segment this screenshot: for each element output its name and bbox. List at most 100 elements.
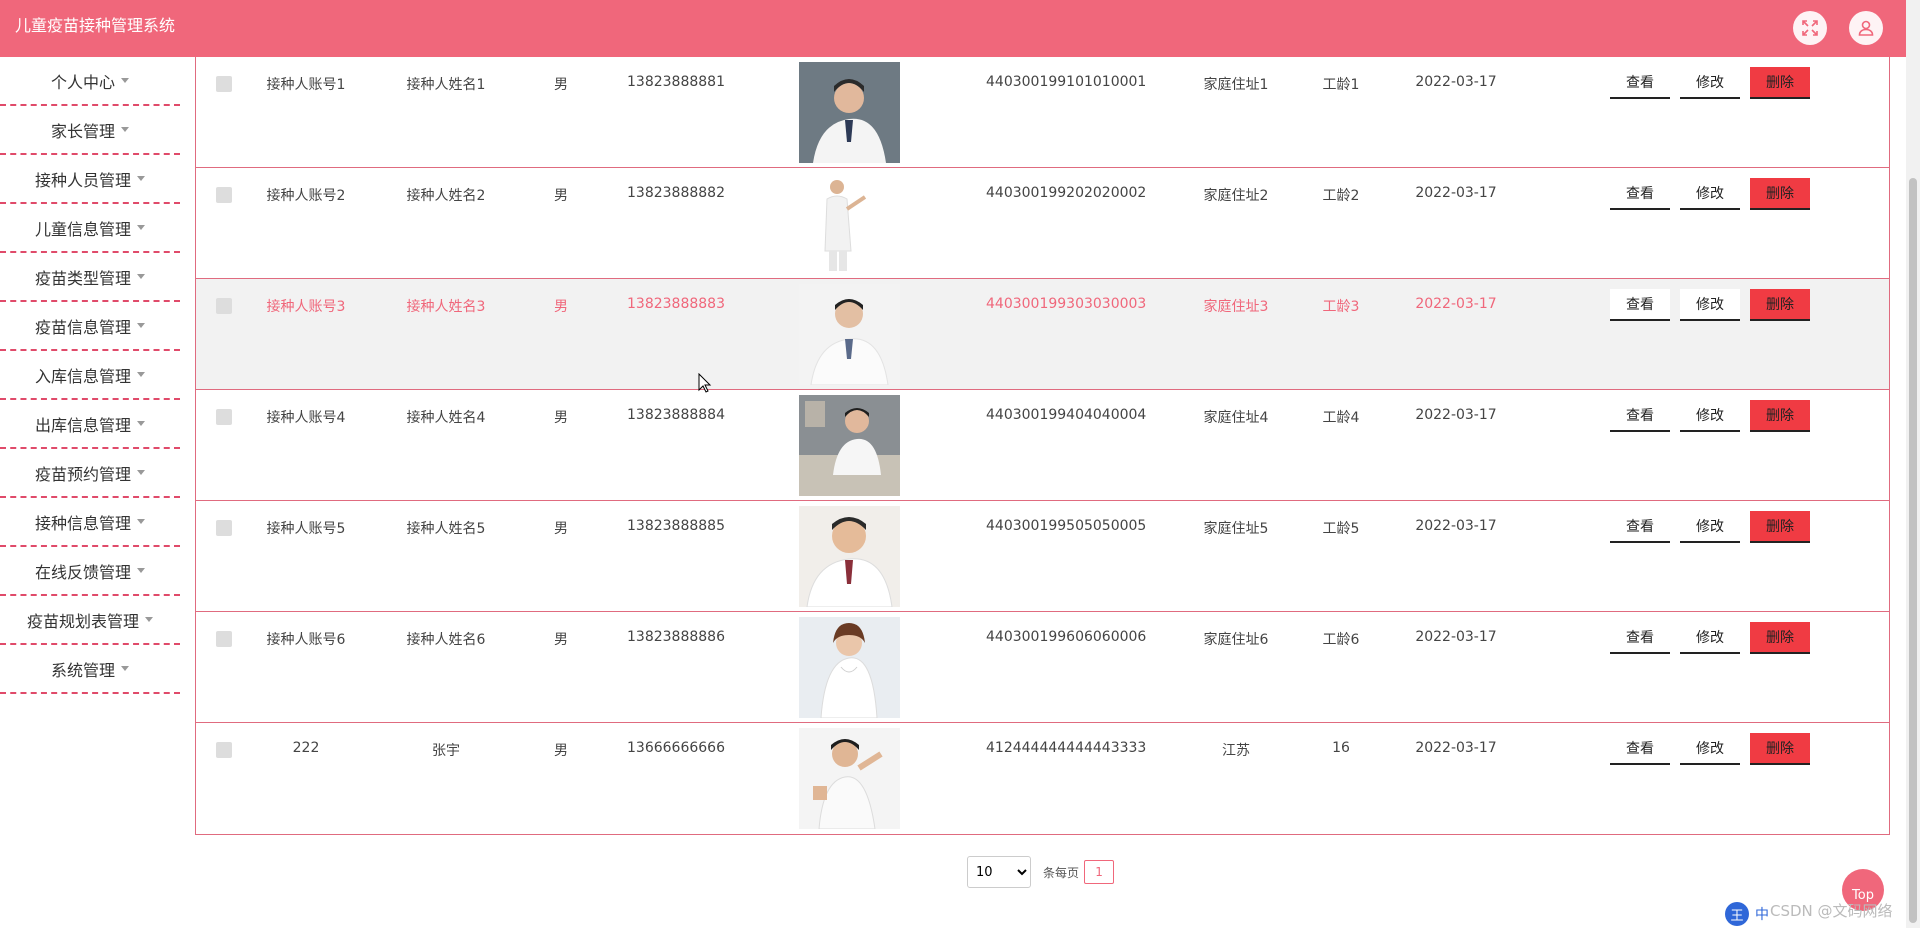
vertical-scrollbar[interactable]	[1906, 0, 1920, 928]
avatar-photo	[799, 284, 900, 385]
date-cell: 2022-03-17	[1415, 74, 1497, 90]
id-number-cell: 440300199505050005	[986, 518, 1147, 534]
caret-down-icon	[137, 274, 145, 279]
sidebar-item-stock-in-management[interactable]: 入库信息管理	[0, 351, 180, 400]
view-button[interactable]: 查看	[1610, 67, 1670, 99]
page-size-select[interactable]: 10	[967, 856, 1031, 888]
date-cell: 2022-03-17	[1415, 185, 1497, 201]
avatar-photo	[799, 728, 900, 829]
seniority-cell: 工龄2	[1322, 188, 1360, 204]
row-checkbox[interactable]	[216, 409, 232, 425]
ime-mode-icon[interactable]: 中	[1755, 904, 1769, 924]
seniority-cell: 工龄5	[1322, 521, 1360, 537]
watermark: CSDN @文码网络	[1770, 902, 1893, 920]
edit-button[interactable]: 修改	[1680, 178, 1740, 210]
id-number-cell: 440300199202020002	[986, 185, 1147, 201]
id-number-cell: 440300199303030003	[986, 296, 1147, 312]
edit-button[interactable]: 修改	[1680, 733, 1740, 765]
edit-button[interactable]: 修改	[1680, 67, 1740, 99]
gender-cell: 男	[554, 632, 568, 648]
sidebar-item-system-management[interactable]: 系统管理	[0, 645, 180, 694]
sidebar-item-label: 入库信息管理	[34, 366, 131, 386]
delete-button[interactable]: 删除	[1750, 178, 1810, 210]
sidebar-item-label: 系统管理	[50, 660, 115, 680]
scrollbar-thumb[interactable]	[1909, 178, 1917, 923]
row-checkbox[interactable]	[216, 520, 232, 536]
view-button[interactable]: 查看	[1610, 511, 1670, 543]
sidebar-item-vaccination-info-management[interactable]: 接种信息管理	[0, 498, 180, 547]
sidebar-item-vaccinator-management[interactable]: 接种人员管理	[0, 155, 180, 204]
delete-button[interactable]: 删除	[1750, 67, 1810, 99]
sidebar-item-stock-out-management[interactable]: 出库信息管理	[0, 400, 180, 449]
caret-down-icon	[121, 78, 129, 83]
address-cell: 家庭住址2	[1203, 188, 1269, 204]
address-cell: 家庭住址5	[1203, 521, 1269, 537]
ime-toolbar: 王 中	[1725, 902, 1769, 926]
name-cell: 接种人姓名2	[406, 188, 486, 204]
gender-cell: 男	[554, 77, 568, 93]
avatar-photo	[799, 617, 900, 718]
avatar-photo	[799, 506, 900, 607]
mouse-cursor-icon	[698, 373, 712, 393]
delete-button[interactable]: 删除	[1750, 400, 1810, 432]
sidebar-item-vaccine-plan-management[interactable]: 疫苗规划表管理	[0, 596, 180, 645]
view-button[interactable]: 查看	[1610, 178, 1670, 210]
address-cell: 家庭住址4	[1203, 410, 1269, 426]
edit-button[interactable]: 修改	[1680, 400, 1740, 432]
row-checkbox[interactable]	[216, 76, 232, 92]
edit-button[interactable]: 修改	[1680, 511, 1740, 543]
phone-cell: 13823888886	[627, 629, 725, 645]
phone-cell: 13823888885	[627, 518, 725, 534]
date-cell: 2022-03-17	[1415, 518, 1497, 534]
delete-button[interactable]: 删除	[1750, 511, 1810, 543]
sidebar-item-child-info-management[interactable]: 儿童信息管理	[0, 204, 180, 253]
sidebar-item-label: 家长管理	[50, 121, 115, 141]
view-button[interactable]: 查看	[1610, 289, 1670, 321]
sidebar-item-parent-management[interactable]: 家长管理	[0, 106, 180, 155]
row-checkbox[interactable]	[216, 298, 232, 314]
row-checkbox[interactable]	[216, 742, 232, 758]
table-row: 222 张宇 男 13666666666 412444444444443333 …	[196, 723, 1889, 834]
sidebar-item-feedback-management[interactable]: 在线反馈管理	[0, 547, 180, 596]
caret-down-icon	[137, 568, 145, 573]
caret-down-icon	[121, 127, 129, 132]
caret-down-icon	[137, 323, 145, 328]
table-row: 接种人账号4 接种人姓名4 男 13823888884 440300199404…	[196, 390, 1889, 501]
phone-cell: 13823888883	[627, 296, 725, 312]
table-row: 接种人账号5 接种人姓名5 男 13823888885 440300199505…	[196, 501, 1889, 612]
date-cell: 2022-03-17	[1415, 296, 1497, 312]
sidebar-item-label: 出库信息管理	[34, 415, 131, 435]
address-cell: 家庭住址1	[1203, 77, 1269, 93]
view-button[interactable]: 查看	[1610, 733, 1670, 765]
delete-button[interactable]: 删除	[1750, 733, 1810, 765]
seniority-cell: 16	[1332, 740, 1350, 756]
delete-button[interactable]: 删除	[1750, 289, 1810, 321]
view-button[interactable]: 查看	[1610, 400, 1670, 432]
sidebar-item-label: 疫苗规划表管理	[26, 611, 139, 631]
caret-down-icon	[137, 519, 145, 524]
edit-button[interactable]: 修改	[1680, 289, 1740, 321]
caret-down-icon	[137, 372, 145, 377]
row-checkbox[interactable]	[216, 631, 232, 647]
caret-down-icon	[137, 470, 145, 475]
edit-button[interactable]: 修改	[1680, 622, 1740, 654]
caret-down-icon	[137, 421, 145, 426]
account-cell: 接种人账号2	[266, 188, 346, 204]
sidebar-item-label: 疫苗信息管理	[34, 317, 131, 337]
delete-button[interactable]: 删除	[1750, 622, 1810, 654]
sidebar-item-vaccine-type-management[interactable]: 疫苗类型管理	[0, 253, 180, 302]
sidebar-item-personal-center[interactable]: 个人中心	[0, 57, 180, 106]
table-row: 接种人账号3 接种人姓名3 男 13823888883 440300199303…	[196, 279, 1889, 390]
sidebar-item-vaccine-info-management[interactable]: 疫苗信息管理	[0, 302, 180, 351]
page-number-button[interactable]: 1	[1084, 860, 1115, 884]
sidebar-item-label: 接种人员管理	[34, 170, 131, 190]
ime-logo-icon[interactable]: 王	[1725, 902, 1749, 926]
gender-cell: 男	[554, 188, 568, 204]
row-checkbox[interactable]	[216, 187, 232, 203]
user-icon[interactable]	[1849, 11, 1883, 45]
sidebar-item-appointment-management[interactable]: 疫苗预约管理	[0, 449, 180, 498]
view-button[interactable]: 查看	[1610, 622, 1670, 654]
phone-cell: 13823888884	[627, 407, 725, 423]
fullscreen-icon[interactable]	[1793, 11, 1827, 45]
per-page-label: 条每页	[1043, 865, 1080, 880]
